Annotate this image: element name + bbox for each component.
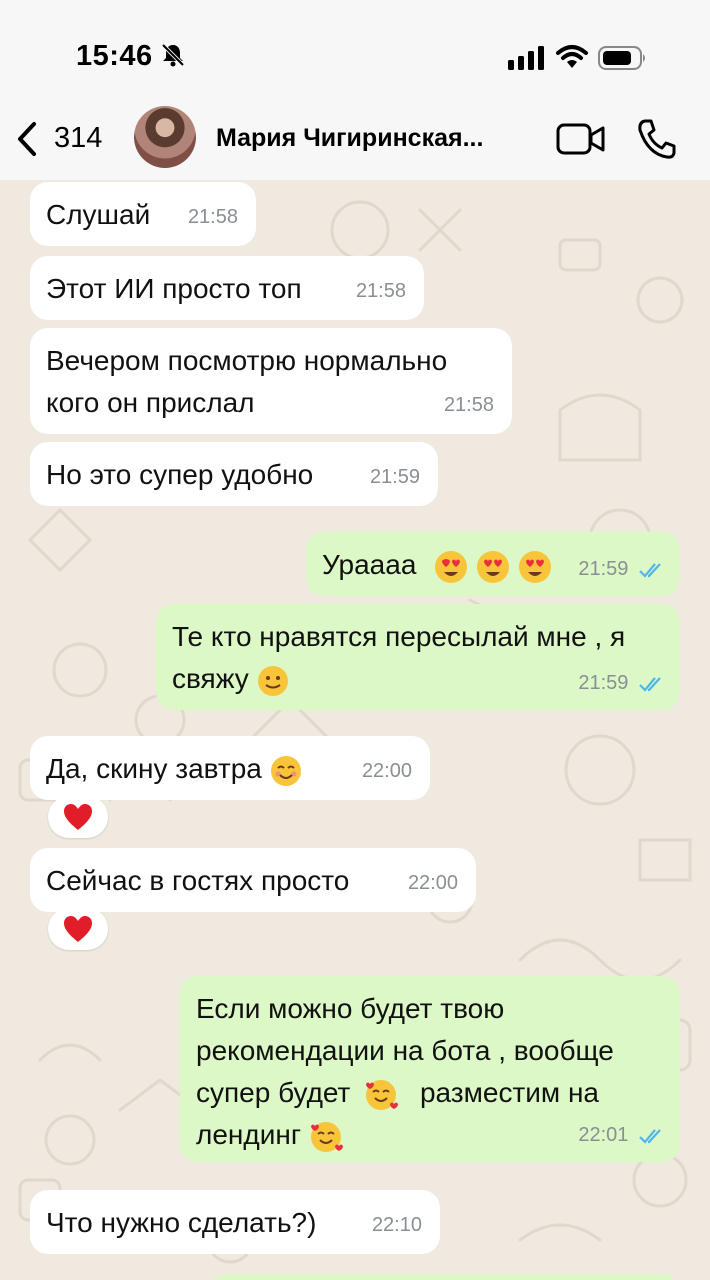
message-reaction[interactable] [48, 908, 108, 950]
message-text: Этот ИИ просто топ [46, 273, 302, 304]
message-text: Что нужно сделать?) [46, 1207, 317, 1238]
wifi-icon [556, 45, 588, 68]
status-time: 15:46 [76, 40, 153, 72]
message-bubble-incoming[interactable]: Слушай 21:58 [30, 182, 256, 246]
message-text-line: супер будет разместим на [196, 1072, 664, 1114]
message-bubble-incoming[interactable]: Этот ИИ просто топ 21:58 [30, 256, 424, 320]
message-bubble-incoming[interactable]: Вечером посмотрю нормально кого он присл… [30, 328, 512, 434]
message-time: 21:58 [355, 280, 406, 302]
red-heart-icon [64, 804, 92, 830]
message-text: Сейчас в гостях просто [46, 865, 350, 896]
message-time: 21:59 [578, 672, 629, 694]
message-bubble-incoming[interactable]: Да, скину завтра 22:00 [30, 736, 430, 800]
smiling-face-with-hearts-emoji-icon [310, 1121, 343, 1152]
message-text: лендинг [196, 1119, 302, 1150]
message-text-line: Да, скину завтра [46, 748, 414, 790]
message-text: Вечером посмотрю нормально кого он присл… [46, 345, 448, 418]
smile-emoji-icon [270, 755, 301, 786]
chevron-left-icon[interactable] [14, 120, 40, 158]
status-bar: 15:46 [0, 0, 710, 100]
message-time: 21:58 [187, 206, 238, 228]
phone-call-icon[interactable] [636, 118, 676, 160]
message-text-line: рекомендации на бота , вообще [196, 1030, 664, 1072]
message-text: Но это супер удобно [46, 459, 314, 490]
message-time: 22:00 [361, 760, 412, 782]
red-heart-icon [64, 916, 92, 942]
message-text: Да, скину завтра [46, 753, 262, 784]
message-meta: 21:59 [578, 548, 666, 590]
message-bubble-outgoing[interactable]: Те кто нравятся пересылай мне , я свяжу … [156, 604, 680, 710]
chat-area[interactable]: Слушай 21:58 Этот ИИ просто топ 21:58 Ве… [0, 180, 710, 1280]
heart-eyes-emoji-icon [518, 550, 551, 583]
message-bubble-outgoing[interactable]: Если можно будет твою рекомендации на бо… [180, 976, 680, 1162]
message-bubble-incoming[interactable]: Что нужно сделать?) 22:10 [30, 1190, 440, 1254]
double-check-read-icon [639, 676, 661, 692]
message-text: супер будет [196, 1077, 351, 1108]
contact-avatar[interactable] [134, 106, 196, 168]
message-meta: 21:59 [578, 662, 666, 704]
slight-smile-emoji-icon [257, 665, 288, 696]
message-bubble-incoming[interactable]: Сейчас в гостях просто 22:00 [30, 848, 476, 912]
message-text: Те кто нравятся пересылай мне , я свяжу [172, 621, 626, 694]
double-check-read-icon [639, 1128, 661, 1144]
message-time: 21:59 [578, 558, 629, 580]
message-time: 21:58 [443, 394, 494, 416]
message-text: Если можно будет твою [196, 993, 505, 1024]
message-time: 21:59 [369, 466, 420, 488]
back-unread-count[interactable]: 314 [54, 122, 102, 155]
smiling-face-with-hearts-emoji-icon [366, 1079, 399, 1110]
bell-muted-icon [161, 43, 185, 67]
message-bubble-outgoing[interactable]: Ураааа 21:59 [306, 532, 680, 596]
battery-icon [598, 46, 645, 70]
message-reaction[interactable] [48, 796, 108, 838]
message-bubble-outgoing-partial[interactable] [210, 1274, 680, 1280]
double-check-read-icon [639, 562, 661, 578]
message-time: 22:01 [578, 1124, 629, 1146]
heart-eyes-emoji-icon [435, 550, 468, 583]
message-meta: 22:01 [578, 1114, 666, 1156]
message-text-line: Если можно будет твою [196, 988, 664, 1030]
message-text: Ураааа [322, 549, 417, 580]
heart-eyes-emoji-icon [476, 550, 509, 583]
cellular-signal-icon [508, 46, 544, 70]
message-text: рекомендации на бота , вообще [196, 1035, 614, 1066]
message-bubble-incoming[interactable]: Но это супер удобно 21:59 [30, 442, 438, 506]
chat-header: 314 Мария Чигиринская... [0, 100, 710, 180]
video-call-icon[interactable] [556, 122, 606, 156]
message-time: 22:00 [407, 872, 458, 894]
message-text: разместим на [419, 1077, 599, 1108]
message-time: 22:10 [371, 1214, 422, 1236]
contact-name[interactable]: Мария Чигиринская... [216, 124, 483, 153]
